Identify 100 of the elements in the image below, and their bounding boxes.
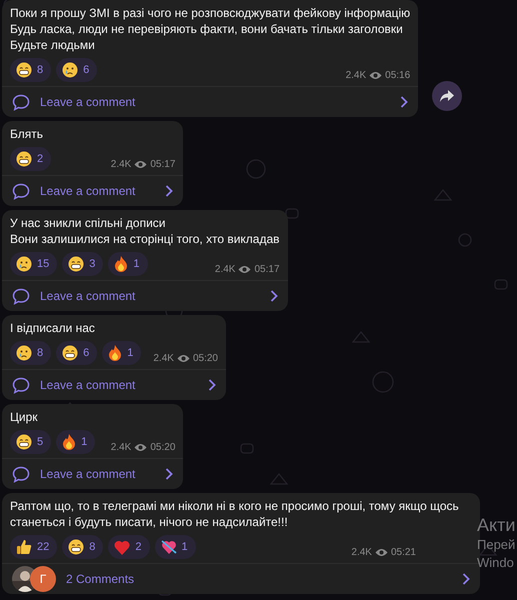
- activation-notice-text: Windo: [477, 554, 514, 572]
- message-text: У нас зникли спільні дописи: [10, 215, 166, 231]
- message-text: Раптом що, то в телеграмі ми ніколи ні в кого не просимо гроші, тому якщо щось станеться і будуть писати, нічого не надсилайте!!!: [10, 498, 460, 530]
- reaction-chip[interactable]: 1: [56, 430, 96, 454]
- reaction-chip[interactable]: 1: [154, 535, 196, 559]
- reaction-count: 8: [37, 347, 44, 359]
- reaction-chip[interactable]: 1: [108, 252, 148, 276]
- reaction-chip[interactable]: 22: [10, 535, 58, 559]
- comments-link[interactable]: Leave a comment: [2, 175, 184, 206]
- comments-link[interactable]: Leave a comment: [2, 369, 226, 400]
- eye-icon: [374, 548, 388, 557]
- eye-icon: [176, 354, 190, 363]
- activation-notice-text: Перей: [477, 536, 516, 554]
- grinning-face-icon: [16, 434, 32, 450]
- reaction-chip[interactable]: 2: [108, 535, 150, 559]
- message-text: Будьте людьми: [10, 37, 96, 53]
- comments-link[interactable]: Leave a comment: [2, 86, 418, 117]
- chevron-right-icon: [208, 379, 216, 391]
- message-time: 05:16: [385, 70, 410, 81]
- message-text: І відписали нас: [10, 320, 96, 336]
- chevron-right-icon: [270, 290, 278, 302]
- comments-label: Leave a comment: [40, 378, 136, 392]
- view-count: 2.4K: [346, 70, 366, 81]
- grinning-face-icon: [62, 345, 78, 361]
- heart-with-arrow-icon: [160, 539, 176, 555]
- message-time: 05:17: [150, 159, 176, 170]
- reaction-count: 3: [89, 258, 96, 270]
- message-text: Блять: [10, 126, 44, 142]
- eye-icon: [134, 160, 148, 169]
- reaction-chip[interactable]: 8: [10, 341, 52, 365]
- reaction-chip[interactable]: 8: [62, 535, 104, 559]
- chevron-right-icon: [462, 573, 470, 585]
- view-count: 2.4K: [153, 353, 174, 364]
- reaction-chip[interactable]: 8: [10, 58, 52, 82]
- eye-icon: [369, 71, 382, 80]
- comments-label: Leave a comment: [40, 289, 136, 303]
- message-text: Вони залишилися на сторінці того, хто викладав: [10, 231, 280, 247]
- reaction-count: 1: [81, 436, 88, 448]
- comment-icon: [12, 94, 30, 110]
- forward-button[interactable]: [432, 81, 462, 111]
- view-count: 2.4K: [214, 264, 236, 275]
- view-count: 2.4K: [110, 159, 132, 170]
- crying-face-icon: [62, 62, 78, 78]
- comment-icon: [12, 376, 30, 394]
- message-time: 05:17: [254, 264, 280, 275]
- message-time: 05:20: [150, 442, 176, 453]
- crying-face-icon: [16, 345, 32, 361]
- reaction-count: 6: [83, 347, 90, 359]
- crying-face-icon: [16, 256, 32, 272]
- message-time: 05:21: [390, 547, 416, 558]
- reaction-count: 1: [182, 541, 188, 553]
- eye-icon: [134, 443, 148, 452]
- reaction-count: 2: [135, 541, 142, 553]
- message-text: Цирк: [10, 409, 39, 425]
- reaction-count: 22: [37, 541, 50, 553]
- reaction-chip[interactable]: 1: [102, 341, 142, 365]
- message-text: Поки я прошу ЗМІ в разі чого не розповсюджувати фейкову інформацію: [10, 5, 410, 21]
- message-time: 05:20: [192, 353, 218, 364]
- reaction-chip[interactable]: 3: [62, 252, 104, 276]
- reaction-count: 1: [133, 258, 140, 270]
- reaction-count: 2: [37, 153, 44, 165]
- grinning-face-icon: [68, 256, 84, 272]
- comment-icon: [12, 288, 30, 304]
- comments-label: Leave a comment: [40, 467, 136, 481]
- reaction-count: 8: [89, 541, 96, 553]
- fire-icon: [114, 256, 128, 272]
- fire-icon: [62, 434, 76, 450]
- eye-icon: [238, 265, 252, 274]
- comments-label: Leave a comment: [40, 95, 136, 109]
- grinning-face-icon: [68, 539, 84, 555]
- comment-icon: [12, 182, 30, 200]
- reaction-chip[interactable]: 2: [10, 147, 52, 171]
- comments-label: 2 Comments: [66, 572, 136, 586]
- chevron-right-icon: [400, 96, 408, 108]
- message-text: Будь ласка, люди не перевіряють факти, вони бачать тільки заголовки: [10, 21, 404, 37]
- reaction-count: 6: [83, 64, 90, 76]
- comments-label: Leave a comment: [40, 184, 136, 198]
- share-icon: [440, 90, 454, 102]
- comment-icon: [12, 466, 30, 482]
- view-count: 2.4K: [351, 547, 372, 558]
- reaction-count: 15: [37, 258, 50, 270]
- reaction-chip[interactable]: 6: [56, 58, 98, 82]
- user-avatar: Г: [30, 566, 56, 592]
- grinning-face-icon: [16, 62, 32, 78]
- reaction-count: 8: [37, 64, 44, 76]
- comments-link[interactable]: Leave a comment: [2, 280, 288, 311]
- comments-link[interactable]: Leave a comment: [2, 458, 184, 489]
- fire-icon: [108, 345, 122, 361]
- reaction-chip[interactable]: 15: [10, 252, 58, 276]
- reaction-count: 5: [37, 436, 44, 448]
- view-count: 2.4K: [110, 442, 132, 453]
- reaction-chip[interactable]: 6: [56, 341, 98, 365]
- chevron-right-icon: [165, 468, 174, 480]
- grinning-face-icon: [16, 151, 32, 167]
- heart-icon: [114, 540, 130, 554]
- reaction-chip[interactable]: 5: [10, 430, 52, 454]
- thumbs-up-icon: [16, 539, 32, 555]
- chevron-right-icon: [165, 185, 174, 197]
- comments-link[interactable]: Г 2 Comments: [2, 563, 480, 594]
- reaction-count: 1: [127, 347, 134, 359]
